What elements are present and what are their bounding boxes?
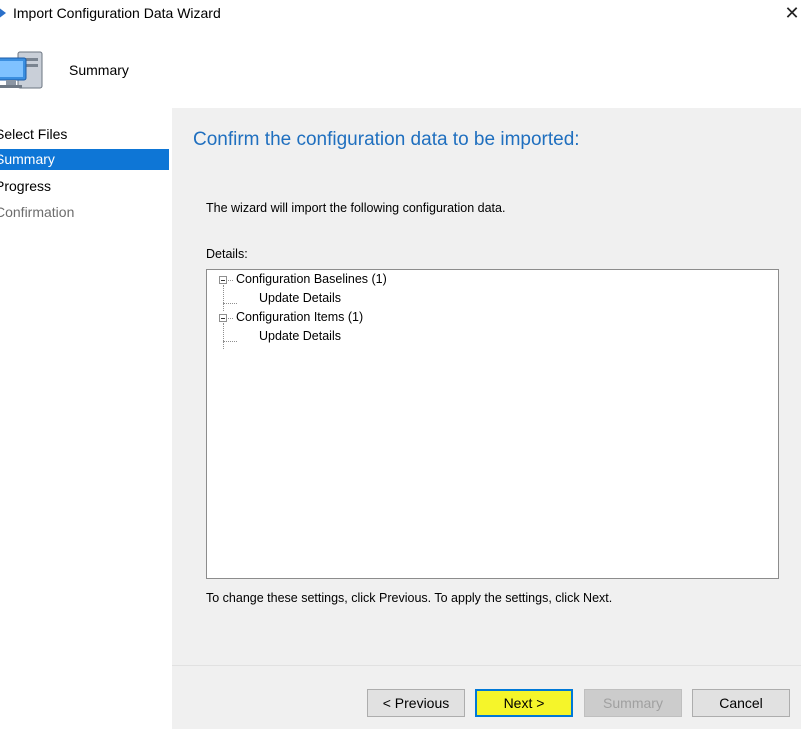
tree-leaf-update-details[interactable]: Update Details (259, 291, 341, 305)
header-title: Summary (69, 62, 129, 78)
collapse-icon[interactable] (219, 276, 227, 284)
nav-item-progress: Progress (0, 178, 52, 194)
computer-wizard-icon (0, 51, 43, 89)
wizard-nav: Select Files Summary Progress Confirmati… (0, 108, 171, 729)
collapse-icon[interactable] (219, 314, 227, 322)
instruction-text: To change these settings, click Previous… (206, 591, 613, 605)
nav-item-confirmation: Confirmation (0, 204, 75, 220)
tree-connector (223, 341, 237, 342)
tree-node-baselines[interactable]: Configuration Baselines (1) (236, 272, 387, 286)
divider (172, 665, 801, 666)
summary-button[interactable]: Summary (584, 689, 682, 717)
intro-text: The wizard will import the following con… (206, 201, 506, 215)
nav-item-select-files: Select Files (0, 126, 68, 142)
tree-connector (223, 323, 224, 349)
next-button[interactable]: Next > (475, 689, 573, 717)
close-icon[interactable]: ✕ (783, 2, 801, 24)
cancel-button[interactable]: Cancel (692, 689, 790, 717)
nav-item-summary: Summary (0, 149, 169, 170)
tree-node-items[interactable]: Configuration Items (1) (236, 310, 363, 324)
previous-button[interactable]: < Previous (367, 689, 465, 717)
page-heading: Confirm the configuration data to be imp… (193, 129, 580, 150)
title-bar: Import Configuration Data Wizard ✕ (0, 0, 801, 28)
wizard-header: Summary (0, 28, 801, 108)
main-panel: Confirm the configuration data to be imp… (172, 108, 801, 729)
details-tree[interactable]: Configuration Baselines (1) Update Detai… (206, 269, 779, 579)
window-title: Import Configuration Data Wizard (13, 5, 221, 21)
tree-connector (223, 285, 224, 311)
tree-connector (223, 303, 237, 304)
tree-leaf-update-details[interactable]: Update Details (259, 329, 341, 343)
details-label: Details: (206, 247, 248, 261)
wizard-arrow-icon (0, 8, 6, 18)
